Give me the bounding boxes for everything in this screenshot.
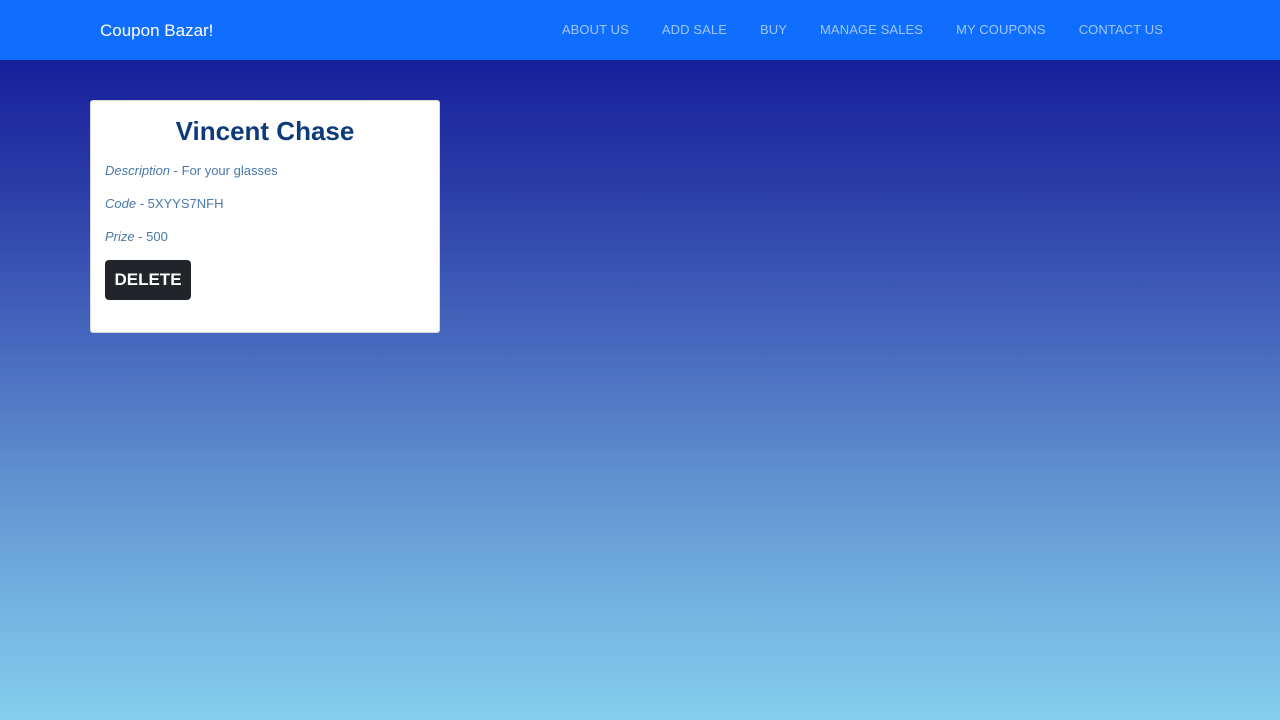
nav-links: ABOUT US ADD SALE BUY MANAGE SALES MY CO…: [529, 21, 1163, 39]
description-label: Description: [105, 163, 171, 178]
nav-contact-us[interactable]: CONTACT US: [1079, 21, 1163, 39]
nav-manage-sales[interactable]: MANAGE SALES: [820, 21, 923, 39]
description-value: - For your glasses: [170, 163, 278, 178]
nav-my-coupons[interactable]: MY COUPONS: [956, 21, 1046, 39]
nav-add-sale[interactable]: ADD SALE: [662, 21, 727, 39]
prize-label: Prize: [105, 229, 135, 244]
coupon-card: Vincent Chase Description - For your gla…: [90, 100, 440, 333]
brand-link[interactable]: Coupon Bazar!: [100, 20, 213, 42]
code-value: - 5XYYS7NFH: [136, 196, 224, 211]
code-row: Code - 5XYYS7NFH: [105, 195, 224, 213]
prize-row: Prize - 500: [105, 228, 168, 246]
delete-button[interactable]: DELETE: [105, 260, 191, 300]
nav-buy[interactable]: BUY: [760, 21, 787, 39]
code-label: Code: [105, 196, 137, 211]
prize-value: - 500: [134, 229, 168, 244]
description-row: Description - For your glasses: [105, 162, 278, 180]
top-navbar: Coupon Bazar! ABOUT US ADD SALE BUY MANA…: [0, 0, 1280, 60]
coupon-title: Vincent Chase: [175, 116, 355, 146]
nav-about-us[interactable]: ABOUT US: [562, 21, 629, 39]
